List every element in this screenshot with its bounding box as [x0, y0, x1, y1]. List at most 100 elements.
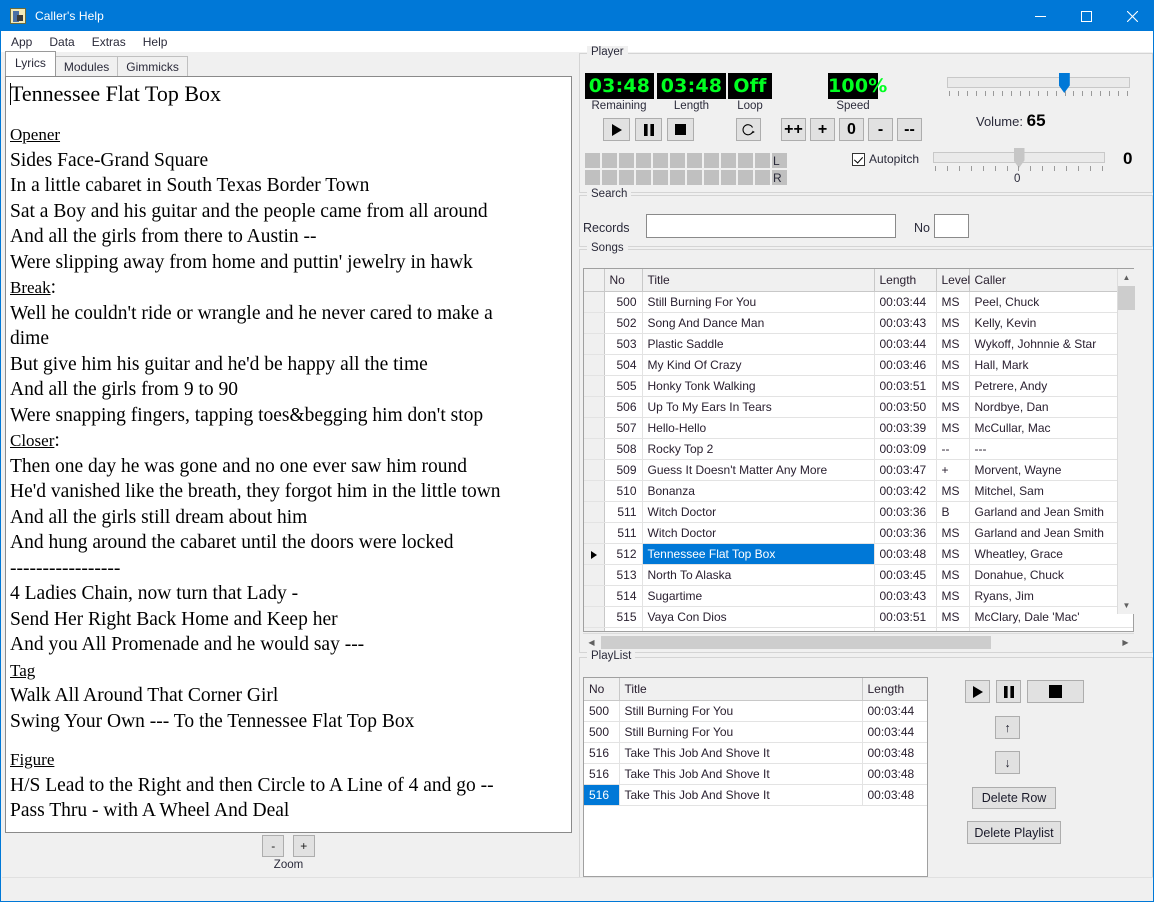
delete-row-button[interactable]: Delete Row [972, 787, 1056, 809]
zoom-out-button[interactable]: - [262, 835, 285, 857]
speed-up-fast-button[interactable]: ++ [781, 118, 806, 141]
cell-level[interactable]: MS [936, 396, 970, 418]
table-row[interactable]: 504 My Kind Of Crazy 00:03:46 MS Hall, Mark [584, 354, 1133, 376]
cell-length[interactable]: 00:03:50 [874, 396, 937, 418]
cell-level[interactable]: MS [936, 480, 970, 502]
row-marker-cell[interactable] [584, 564, 605, 586]
list-item[interactable]: 516 Take This Job And Shove It 00:03:48 [584, 763, 927, 785]
zoom-in-button[interactable]: + [292, 835, 315, 857]
cell-title[interactable]: North To Alaska [642, 564, 875, 586]
cell-title[interactable]: Still Burning For You [642, 291, 875, 313]
row-marker-cell[interactable] [584, 375, 605, 397]
cell-title[interactable]: Up To My Ears In Tears [642, 396, 875, 418]
table-row[interactable]: 503 Plastic Saddle 00:03:44 MS Wykoff, Johnn… [584, 333, 1133, 355]
cell-no[interactable]: 507 [604, 417, 643, 439]
cell-length[interactable]: 00:03:44 [874, 333, 937, 355]
table-row[interactable]: 511 Witch Doctor 00:03:36 MS Garland and Jea… [584, 522, 1133, 544]
cell-no[interactable]: 505 [604, 375, 643, 397]
playlist-cell-length[interactable]: 00:03:44 [862, 721, 927, 743]
songs-col-length[interactable]: Length [874, 269, 937, 292]
cell-length[interactable]: 00:03:09 [874, 438, 937, 460]
speed-down-fast-button[interactable]: -- [897, 118, 922, 141]
cell-title[interactable]: Witch Doctor [642, 522, 875, 544]
table-row[interactable]: 516Take This Job And Shove It00:03:48MSR… [584, 627, 1133, 631]
playlist-move-down-button[interactable]: ↓ [995, 751, 1020, 774]
cell-caller[interactable]: Wykoff, Johnnie & Star [969, 333, 1133, 355]
cell-caller[interactable]: --- [969, 438, 1133, 460]
cell-level[interactable]: -- [936, 438, 970, 460]
menu-app[interactable]: App [4, 33, 39, 51]
cell-caller[interactable]: Rudebock, Tom [969, 627, 1133, 631]
playlist-cell-no[interactable]: 516 [584, 784, 620, 806]
cell-title[interactable]: Bonanza [642, 480, 875, 502]
songs-vscroll-thumb[interactable] [1118, 286, 1135, 310]
cell-no[interactable]: 509 [604, 459, 643, 481]
songs-col-level[interactable]: Level [936, 269, 970, 292]
playlist-cell-no[interactable]: 500 [584, 721, 620, 743]
table-row[interactable]: 505 Honky Tonk Walking 00:03:51 MS Petrere, … [584, 375, 1133, 397]
playlist-cell-length[interactable]: 00:03:44 [862, 700, 927, 722]
scroll-left-icon[interactable]: ◀ [583, 634, 600, 651]
cell-level[interactable]: MS [936, 585, 970, 607]
table-row[interactable]: 509 Guess It Doesn't Matter Any More 00:03… [584, 459, 1133, 481]
songs-vscrollbar[interactable]: ▲ ▼ [1117, 269, 1135, 614]
playlist-play-button[interactable] [965, 680, 990, 703]
cell-title[interactable]: Honky Tonk Walking [642, 375, 875, 397]
playlist-move-up-button[interactable]: ↑ [995, 716, 1020, 739]
list-item[interactable]: 516 Take This Job And Shove It 00:03:48 [584, 784, 927, 806]
table-row[interactable]: 500 Still Burning For You 00:03:44 MS Peel, … [584, 291, 1133, 313]
speed-reset-button[interactable]: 0 [839, 118, 864, 141]
songs-col-title[interactable]: Title [642, 269, 875, 292]
cell-no[interactable]: 511 [604, 522, 643, 544]
cell-no[interactable]: 503 [604, 333, 643, 355]
cell-title[interactable]: Rocky Top 2 [642, 438, 875, 460]
autopitch-checkbox[interactable]: Autopitch [852, 152, 919, 166]
cell-length[interactable]: 00:03:43 [874, 312, 937, 334]
cell-level[interactable]: MS [936, 333, 970, 355]
cell-caller[interactable]: Hall, Mark [969, 354, 1133, 376]
cell-length[interactable]: 00:03:51 [874, 606, 937, 628]
table-row[interactable]: 502 Song And Dance Man 00:03:43 MS Kelly, Ke… [584, 312, 1133, 334]
songs-hscroll-thumb[interactable] [601, 636, 991, 649]
cell-length[interactable]: 00:03:47 [874, 459, 937, 481]
cell-no[interactable]: 504 [604, 354, 643, 376]
playlist-cell-length[interactable]: 00:03:48 [862, 742, 927, 764]
cell-level[interactable]: MS [936, 522, 970, 544]
cell-no[interactable]: 506 [604, 396, 643, 418]
cell-title[interactable]: Guess It Doesn't Matter Any More [642, 459, 875, 481]
songs-col-caller[interactable]: Caller [969, 269, 1133, 292]
row-marker-cell[interactable] [584, 291, 605, 313]
list-item[interactable]: 500 Still Burning For You 00:03:44 [584, 700, 927, 722]
list-item[interactable]: 500 Still Burning For You 00:03:44 [584, 721, 927, 743]
table-row[interactable]: 510 Bonanza 00:03:42 MS Mitchel, Sam [584, 480, 1133, 502]
cell-no[interactable]: 512 [604, 543, 643, 565]
row-marker-cell[interactable] [584, 543, 605, 565]
scroll-up-icon[interactable]: ▲ [1118, 269, 1135, 286]
cell-title[interactable]: Hello-Hello [642, 417, 875, 439]
cell-length[interactable]: 00:03:42 [874, 480, 937, 502]
tab-gimmicks[interactable]: Gimmicks [117, 56, 188, 78]
row-marker-cell[interactable] [584, 333, 605, 355]
cell-caller[interactable]: Nordbye, Dan [969, 396, 1133, 418]
cell-no[interactable]: 516 [604, 627, 643, 631]
minimize-button[interactable] [1017, 1, 1063, 31]
list-item[interactable]: 516 Take This Job And Shove It 00:03:48 [584, 742, 927, 764]
playlist-cell-no[interactable]: 500 [584, 700, 620, 722]
row-marker-cell[interactable] [584, 396, 605, 418]
no-search-input[interactable] [934, 214, 969, 238]
table-row[interactable]: 513 North To Alaska 00:03:45 MS Donahue, Chu… [584, 564, 1133, 586]
row-marker-cell[interactable] [584, 459, 605, 481]
cell-level[interactable]: MS [936, 543, 970, 565]
table-row[interactable]: 512 Tennessee Flat Top Box 00:03:48 MS Wheat… [584, 543, 1133, 565]
playlist-cell-title[interactable]: Still Burning For You [619, 721, 863, 743]
speed-down-button[interactable]: - [868, 118, 893, 141]
cell-no[interactable]: 515 [604, 606, 643, 628]
stop-button[interactable] [667, 118, 694, 141]
table-row[interactable]: 515 Vaya Con Dios 00:03:51 MS McClary, Dale … [584, 606, 1133, 628]
cell-no[interactable]: 514 [604, 585, 643, 607]
songs-col-marker[interactable] [584, 269, 605, 292]
lyrics-editor[interactable]: Tennessee Flat Top Box Opener Sides Face-G… [5, 76, 572, 833]
cell-length[interactable]: 00:03:43 [874, 585, 937, 607]
row-marker-cell[interactable] [584, 438, 605, 460]
cell-caller[interactable]: McCullar, Mac [969, 417, 1133, 439]
